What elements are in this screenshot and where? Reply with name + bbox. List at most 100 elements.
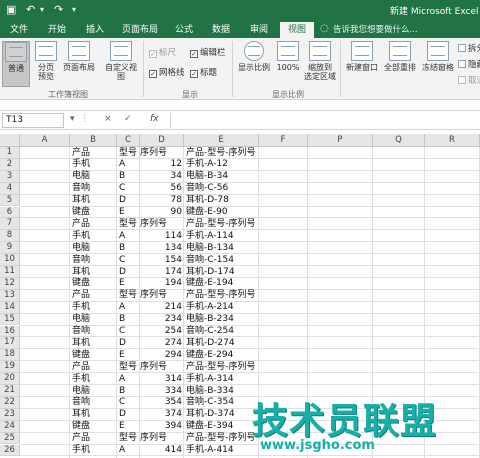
- row-header[interactable]: 23: [0, 408, 20, 421]
- cell-e[interactable]: 产品-型号-序列号: [186, 219, 256, 230]
- cell-c[interactable]: C: [119, 326, 125, 337]
- row-header[interactable]: 20: [0, 373, 20, 385]
- cell-d[interactable]: 序列号: [140, 433, 182, 444]
- headings-checkbox[interactable]: ✓ 标题: [190, 66, 217, 78]
- cell-c[interactable]: B: [119, 314, 125, 325]
- tell-me-search[interactable]: 告诉我您想要做什么...: [333, 22, 418, 38]
- column-header-e[interactable]: E: [184, 134, 259, 147]
- zoom-button[interactable]: 显示比例: [236, 41, 272, 72]
- cell-e[interactable]: 产品-型号-序列号: [186, 362, 256, 373]
- formula-input[interactable]: [170, 113, 478, 128]
- gridlines-checkbox[interactable]: ✓ 网格线: [149, 66, 185, 78]
- cell-c[interactable]: D: [119, 338, 126, 349]
- cell-d[interactable]: 12: [140, 159, 182, 170]
- cell-e[interactable]: 键盘-E-90: [186, 207, 228, 218]
- cell-e[interactable]: 音响-C-56: [186, 183, 228, 194]
- cell-b[interactable]: 耳机: [72, 338, 90, 349]
- cell-d[interactable]: 354: [140, 397, 182, 408]
- cell-b[interactable]: 音响: [72, 397, 90, 408]
- row-header[interactable]: 3: [0, 170, 20, 183]
- name-box[interactable]: T13: [2, 113, 64, 128]
- cell-c[interactable]: B: [119, 171, 125, 182]
- cell-b[interactable]: 电脑: [72, 314, 90, 325]
- namebox-dropdown-icon[interactable]: ▾: [70, 114, 75, 124]
- cell-c[interactable]: A: [119, 445, 125, 456]
- cell-c[interactable]: E: [119, 421, 125, 432]
- zoom-to-selection-button[interactable]: 缩放到 选定区域: [304, 41, 336, 81]
- cell-b[interactable]: 音响: [72, 326, 90, 337]
- cell-d[interactable]: 90: [140, 207, 182, 218]
- undo-dropdown-icon[interactable]: ▾: [40, 3, 44, 17]
- column-header-a[interactable]: A: [20, 134, 70, 147]
- cell-b[interactable]: 电脑: [72, 386, 90, 397]
- row-header[interactable]: 25: [0, 432, 20, 445]
- cell-e[interactable]: 产品-型号-序列号: [186, 433, 256, 444]
- cell-c[interactable]: E: [119, 207, 125, 218]
- row-header[interactable]: 16: [0, 325, 20, 338]
- cell-c[interactable]: 型号: [119, 362, 137, 373]
- cell-d[interactable]: 134: [140, 243, 182, 254]
- page-break-preview-button[interactable]: 分页 预览: [32, 41, 60, 81]
- column-header-f[interactable]: F: [259, 134, 308, 147]
- cell-e[interactable]: 耳机-D-174: [186, 267, 235, 278]
- cell-e[interactable]: 产品-型号-序列号: [186, 148, 256, 159]
- cell-c[interactable]: A: [119, 231, 125, 242]
- cell-b[interactable]: 电脑: [72, 243, 90, 254]
- cell-c[interactable]: B: [119, 386, 125, 397]
- cell-d[interactable]: 314: [140, 374, 182, 385]
- cell-c[interactable]: 型号: [119, 219, 137, 230]
- row-header[interactable]: 6: [0, 206, 20, 219]
- cell-d[interactable]: 294: [140, 350, 182, 361]
- enter-icon[interactable]: ✓: [124, 114, 132, 124]
- cell-b[interactable]: 产品: [72, 290, 90, 301]
- cell-e[interactable]: 键盘-E-194: [186, 278, 233, 289]
- cell-e[interactable]: 电脑-B-134: [186, 243, 234, 254]
- cell-c[interactable]: A: [119, 159, 125, 170]
- cell-d[interactable]: 154: [140, 255, 182, 266]
- cell-c[interactable]: C: [119, 183, 125, 194]
- zoom-100-button[interactable]: 100%: [274, 41, 302, 72]
- cell-e[interactable]: 手机-A-12: [186, 159, 228, 170]
- cell-e[interactable]: 音响-C-154: [186, 255, 234, 266]
- cell-c[interactable]: E: [119, 350, 125, 361]
- cell-d[interactable]: 序列号: [140, 219, 182, 230]
- cell-b[interactable]: 产品: [72, 219, 90, 230]
- cell-e[interactable]: 键盘-E-294: [186, 350, 233, 361]
- cell-b[interactable]: 手机: [72, 374, 90, 385]
- cell-c[interactable]: D: [119, 195, 126, 206]
- column-header-b[interactable]: B: [70, 134, 117, 147]
- cell-e[interactable]: 耳机-D-78: [186, 195, 229, 206]
- cell-b[interactable]: 手机: [72, 159, 90, 170]
- arrange-all-button[interactable]: 全部重排: [382, 41, 418, 72]
- row-header[interactable]: 10: [0, 254, 20, 266]
- cell-d[interactable]: 序列号: [140, 362, 182, 373]
- tab-view[interactable]: 视图: [280, 22, 314, 38]
- cell-b[interactable]: 键盘: [72, 278, 90, 289]
- row-header[interactable]: 14: [0, 301, 20, 314]
- cell-d[interactable]: 34: [140, 171, 182, 182]
- insert-function-icon[interactable]: fx: [150, 114, 159, 124]
- cell-d[interactable]: 56: [140, 183, 182, 194]
- cell-d[interactable]: 234: [140, 314, 182, 325]
- cancel-icon[interactable]: ×: [104, 114, 112, 124]
- cell-b[interactable]: 产品: [72, 433, 90, 444]
- row-header[interactable]: 1: [0, 147, 20, 159]
- cell-d[interactable]: 序列号: [140, 148, 182, 159]
- column-header-p[interactable]: P: [308, 134, 373, 147]
- freeze-panes-button[interactable]: 冻结窗格: [420, 41, 456, 72]
- save-icon[interactable]: ▣: [6, 3, 16, 17]
- cell-b[interactable]: 键盘: [72, 421, 90, 432]
- row-header[interactable]: 8: [0, 230, 20, 243]
- cell-b[interactable]: 手机: [72, 231, 90, 242]
- row-header[interactable]: 13: [0, 289, 20, 302]
- cell-d[interactable]: 414: [140, 445, 182, 456]
- cell-e[interactable]: 耳机-D-274: [186, 338, 235, 349]
- row-header[interactable]: 22: [0, 396, 20, 409]
- cell-e[interactable]: 电脑-B-234: [186, 314, 234, 325]
- row-header[interactable]: 11: [0, 266, 20, 278]
- tab-home[interactable]: 开始: [40, 22, 74, 38]
- cell-b[interactable]: 手机: [72, 302, 90, 313]
- cell-c[interactable]: A: [119, 374, 125, 385]
- cell-e[interactable]: 手机-A-414: [186, 445, 234, 456]
- ruler-checkbox[interactable]: ✓ 标尺: [149, 46, 176, 58]
